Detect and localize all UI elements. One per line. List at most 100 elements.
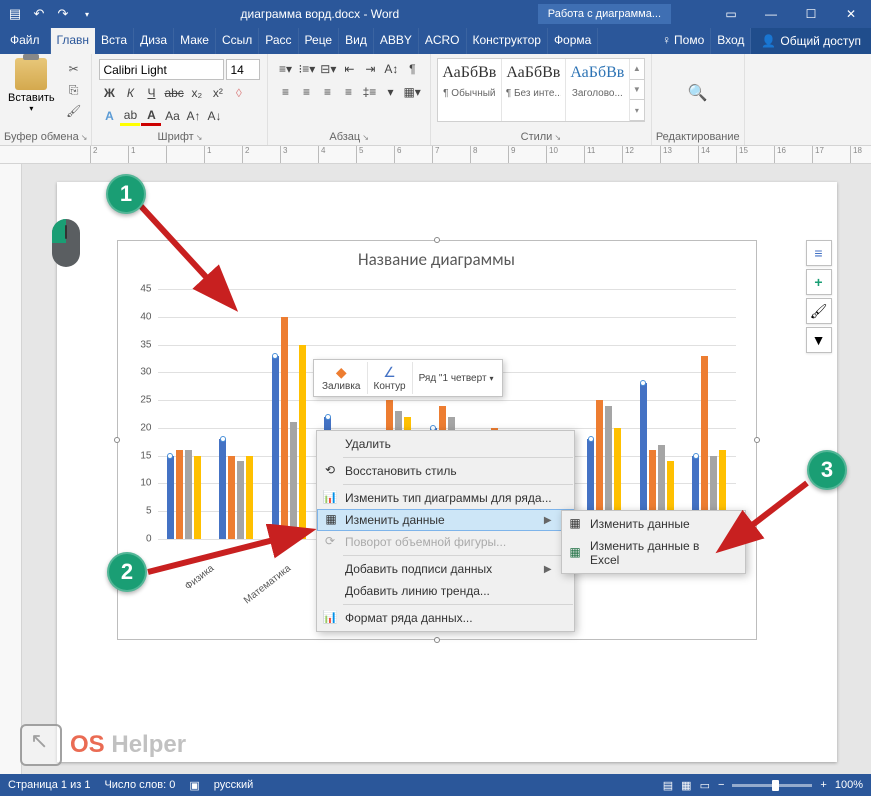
- zoom-out-button[interactable]: −: [718, 779, 724, 791]
- underline-button[interactable]: Ч: [141, 83, 161, 103]
- page-indicator[interactable]: Страница 1 из 1: [8, 779, 90, 791]
- font-launcher[interactable]: ↘: [196, 133, 203, 142]
- outline-button[interactable]: ∠Контур: [368, 362, 413, 394]
- bullets-button[interactable]: ≡▾: [275, 59, 295, 79]
- align-center-button[interactable]: ≡: [296, 82, 316, 102]
- style-heading1[interactable]: АаБбВвЗаголово...: [566, 59, 630, 121]
- styles-down[interactable]: ▼: [630, 80, 644, 101]
- paste-button[interactable]: Вставить ▾: [4, 56, 59, 115]
- copy-icon[interactable]: ⎘: [63, 81, 85, 99]
- chart-filters-icon[interactable]: ▼: [806, 327, 832, 353]
- ctx-reset-style[interactable]: ⟲Восстановить стиль: [317, 460, 574, 482]
- tab-acrobat[interactable]: ACRO: [419, 28, 467, 54]
- ctx-edit-data[interactable]: ▦ Изменить данные ▶ ▦Изменить данные ▦Из…: [317, 509, 574, 531]
- borders-button[interactable]: ▦▾: [401, 82, 422, 102]
- styles-launcher[interactable]: ↘: [554, 133, 561, 142]
- tab-references[interactable]: Ссыл: [216, 28, 259, 54]
- series-selector[interactable]: Ряд "1 четверт▾: [413, 362, 500, 394]
- maximize-button[interactable]: ☐: [791, 0, 831, 28]
- strikethrough-button[interactable]: abc: [162, 83, 185, 103]
- grow-font-button[interactable]: A↑: [183, 106, 203, 126]
- clipboard-launcher[interactable]: ↘: [81, 133, 88, 142]
- chart-elements-icon[interactable]: +: [806, 269, 832, 295]
- chart-styles-icon[interactable]: 🖌: [806, 298, 832, 324]
- show-marks-button[interactable]: ¶: [402, 59, 422, 79]
- submenu-edit-excel[interactable]: ▦Изменить данные в Excel: [562, 535, 745, 571]
- fill-button[interactable]: ◆Заливка: [316, 362, 368, 394]
- zoom-level[interactable]: 100%: [835, 779, 863, 791]
- chart-tools-tab[interactable]: Работа с диаграмма...: [538, 4, 671, 24]
- ctx-change-chart-type[interactable]: 📊Изменить тип диаграммы для ряда...: [317, 487, 574, 509]
- font-name-input[interactable]: [99, 59, 224, 80]
- bold-button[interactable]: Ж: [99, 83, 119, 103]
- italic-button[interactable]: К: [120, 83, 140, 103]
- shading-button[interactable]: ▾: [380, 82, 400, 102]
- tab-view[interactable]: Вид: [339, 28, 374, 54]
- layout-options-icon[interactable]: ≡: [806, 240, 832, 266]
- vertical-ruler[interactable]: [0, 164, 22, 774]
- word-count[interactable]: Число слов: 0: [104, 779, 175, 791]
- ribbon-options-icon[interactable]: ▭: [711, 0, 751, 28]
- align-right-button[interactable]: ≡: [317, 82, 337, 102]
- justify-button[interactable]: ≡: [338, 82, 358, 102]
- undo-icon[interactable]: ↶: [30, 5, 48, 23]
- qat-more-icon[interactable]: ▾: [78, 5, 96, 23]
- text-effects-button[interactable]: A: [99, 106, 119, 126]
- redo-icon[interactable]: ↷: [54, 5, 72, 23]
- tab-constructor[interactable]: Конструктор: [467, 28, 548, 54]
- chart-title[interactable]: Название диаграммы: [118, 249, 756, 270]
- ctx-format-series[interactable]: 📊Формат ряда данных...: [317, 607, 574, 629]
- line-spacing-button[interactable]: ‡≡: [359, 82, 379, 102]
- decrease-indent-button[interactable]: ⇤: [339, 59, 359, 79]
- shrink-font-button[interactable]: A↓: [204, 106, 224, 126]
- save-icon[interactable]: ▤: [6, 5, 24, 23]
- web-layout-icon[interactable]: ▭: [700, 779, 710, 792]
- ctx-add-trendline[interactable]: Добавить линию тренда...: [317, 580, 574, 602]
- sort-button[interactable]: A↕: [381, 59, 401, 79]
- tab-review[interactable]: Реце: [299, 28, 340, 54]
- tab-home[interactable]: Главн: [51, 28, 96, 54]
- print-layout-icon[interactable]: ▦: [681, 779, 691, 792]
- language-indicator[interactable]: русский: [214, 779, 253, 791]
- styles-gallery[interactable]: АаБбВв¶ Обычный АаБбВв¶ Без инте... АаБб…: [437, 58, 645, 122]
- increase-indent-button[interactable]: ⇥: [360, 59, 380, 79]
- superscript-button[interactable]: x²: [208, 83, 228, 103]
- style-normal[interactable]: АаБбВв¶ Обычный: [438, 59, 502, 121]
- styles-up[interactable]: ▲: [630, 59, 644, 80]
- align-left-button[interactable]: ≡: [275, 82, 295, 102]
- tab-insert[interactable]: Вста: [95, 28, 134, 54]
- ctx-delete[interactable]: Удалить: [317, 433, 574, 455]
- spellcheck-icon[interactable]: ▣: [189, 779, 199, 792]
- share-button[interactable]: 👤Общий доступ: [751, 28, 871, 54]
- font-color-button[interactable]: A: [141, 106, 161, 126]
- font-size-input[interactable]: [226, 59, 260, 80]
- tell-me[interactable]: ♀Помо: [656, 28, 711, 54]
- zoom-slider[interactable]: [732, 784, 812, 787]
- horizontal-ruler[interactable]: 2112345678910111213141516171819: [0, 146, 871, 164]
- paragraph-launcher[interactable]: ↘: [362, 133, 369, 142]
- tab-abbyy[interactable]: ABBY: [374, 28, 419, 54]
- sign-in[interactable]: Вход: [711, 28, 751, 54]
- highlight-button[interactable]: ab: [120, 106, 140, 126]
- styles-more[interactable]: ▾: [630, 100, 644, 121]
- tab-layout[interactable]: Маке: [174, 28, 216, 54]
- read-mode-icon[interactable]: ▤: [663, 779, 673, 792]
- tab-format[interactable]: Форма: [548, 28, 598, 54]
- clear-format-icon[interactable]: ◊: [229, 83, 249, 103]
- cut-icon[interactable]: ✂: [63, 60, 85, 78]
- change-case-button[interactable]: Aa: [162, 106, 182, 126]
- close-button[interactable]: ✕: [831, 0, 871, 28]
- ctx-add-data-labels[interactable]: Добавить подписи данных▶: [317, 558, 574, 580]
- submenu-edit-data[interactable]: ▦Изменить данные: [562, 513, 745, 535]
- tab-file[interactable]: Файл: [0, 28, 51, 54]
- find-button[interactable]: 🔍: [688, 83, 708, 103]
- subscript-button[interactable]: x₂: [187, 83, 207, 103]
- multilevel-button[interactable]: ⊟▾: [318, 59, 338, 79]
- numbering-button[interactable]: ⁝≡▾: [296, 59, 317, 79]
- tab-mailings[interactable]: Расс: [259, 28, 298, 54]
- tab-design[interactable]: Диза: [134, 28, 174, 54]
- style-no-spacing[interactable]: АаБбВв¶ Без инте...: [502, 59, 566, 121]
- format-painter-icon[interactable]: 🖌: [63, 102, 85, 120]
- zoom-in-button[interactable]: +: [820, 779, 826, 791]
- minimize-button[interactable]: —: [751, 0, 791, 28]
